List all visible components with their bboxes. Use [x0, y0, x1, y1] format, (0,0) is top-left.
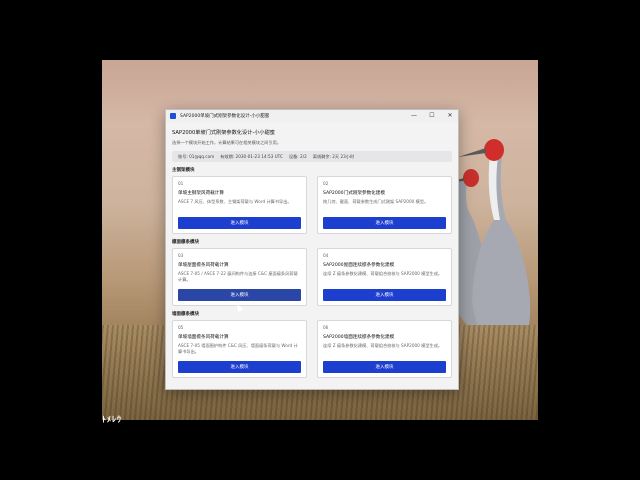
- desktop-taskbar-text: ﾄﾒﾚｳ: [102, 415, 122, 424]
- enter-module-button[interactable]: 进入模块: [178, 361, 301, 373]
- card-description: ASCE 7 风压、体型系数、主钢架荷载与 Word 计算书导出。: [178, 199, 292, 204]
- card-description: ASCE 7-05 / ASCE 7-22 檩间构件与连接 C&C 屋面檩条风荷…: [178, 271, 298, 282]
- module-card-02: 02 SAP2000门式刚架参数化建模 按几何、截面、荷载参数生成门式刚架 SA…: [317, 176, 452, 234]
- window-title: SAP2000单坡门式刚架参数化设计-小小甜蜜: [180, 114, 270, 119]
- app-window: SAP2000单坡门式刚架参数化设计-小小甜蜜 — ☐ ✕ SAP2000单坡门…: [165, 109, 459, 390]
- page-title: SAP2000单坡门式刚架参数化设计-小小甜蜜: [172, 130, 275, 136]
- card-number: 06: [323, 325, 329, 330]
- card-title: SAP2000门式刚架参数化建模: [323, 191, 385, 196]
- card-number: 01: [178, 181, 184, 186]
- minimize-icon[interactable]: —: [410, 111, 418, 121]
- card-number: 05: [178, 325, 184, 330]
- card-title: 单坡墙面檩条风荷载计算: [178, 335, 229, 340]
- enter-module-button[interactable]: 进入模块: [323, 289, 446, 301]
- card-description: ASCE 7-05 墙面围护构件 C&C 风压、墙面檩条荷载与 Word 计算书…: [178, 343, 298, 354]
- card-title: 单坡主钢架风荷载计算: [178, 191, 224, 196]
- card-description: 按几何、截面、荷载参数生成门式刚架 SAP2000 模型。: [323, 199, 429, 204]
- module-card-05: 05 单坡墙面檩条风荷载计算 ASCE 7-05 墙面围护构件 C&C 风压、墙…: [172, 320, 307, 378]
- card-number: 04: [323, 253, 329, 258]
- page-subtitle: 选择一个模块开始工作，计算结果可在相关模块之间引用。: [172, 140, 281, 145]
- card-number: 02: [323, 181, 329, 186]
- card-description: 连续 Z 檩条参数化建模、荷载组合校核与 SAP2000 模型生成。: [323, 271, 443, 276]
- module-card-03: 03 单坡屋面檩条风荷载计算 ASCE 7-05 / ASCE 7-22 檩间构…: [172, 248, 307, 306]
- card-description: 连续 Z 檩条参数化建模、荷载组合校核与 SAP2000 模型生成。: [323, 343, 443, 348]
- card-number: 03: [178, 253, 184, 258]
- section-label-wall-purlin: 墙面檩条模块: [172, 312, 199, 317]
- module-card-01: 01 单坡主钢架风荷载计算 ASCE 7 风压、体型系数、主钢架荷载与 Word…: [172, 176, 307, 234]
- offline-text: 离线剩余: 2天 23小时: [312, 153, 355, 159]
- module-card-04: 04 SAP2000屋面连续檩条参数化建模 连续 Z 檩条参数化建模、荷载组合校…: [317, 248, 452, 306]
- expiry-text: 有效期: 2030-01-23 14:53 UTC: [220, 153, 283, 159]
- enter-module-button[interactable]: 进入模块: [178, 217, 301, 229]
- section-label-roof-purlin: 檩面檩条模块: [172, 240, 199, 245]
- section-label-main-frame: 主钢架模块: [172, 168, 195, 173]
- title-bar[interactable]: SAP2000单坡门式刚架参数化设计-小小甜蜜 — ☐ ✕: [166, 110, 458, 122]
- module-card-06: 06 SAP2000墙面连续檩条参数化建模 连续 Z 檩条参数化建模、荷载组合校…: [317, 320, 452, 378]
- account-text: 账号: 01@qq.com: [178, 153, 215, 159]
- devices-text: 设备: 2/2: [288, 153, 307, 159]
- app-icon: [170, 113, 176, 119]
- enter-module-button[interactable]: 进入模块: [178, 289, 301, 301]
- close-icon[interactable]: ✕: [446, 111, 454, 121]
- card-title: 单坡屋面檩条风荷载计算: [178, 263, 229, 268]
- maximize-icon[interactable]: ☐: [428, 111, 436, 121]
- enter-module-button[interactable]: 进入模块: [323, 217, 446, 229]
- card-title: SAP2000屋面连续檩条参数化建模: [323, 263, 395, 268]
- card-title: SAP2000墙面连续檩条参数化建模: [323, 335, 395, 340]
- license-info-bar: 账号: 01@qq.com 有效期: 2030-01-23 14:53 UTC …: [172, 151, 452, 162]
- enter-module-button[interactable]: 进入模块: [323, 361, 446, 373]
